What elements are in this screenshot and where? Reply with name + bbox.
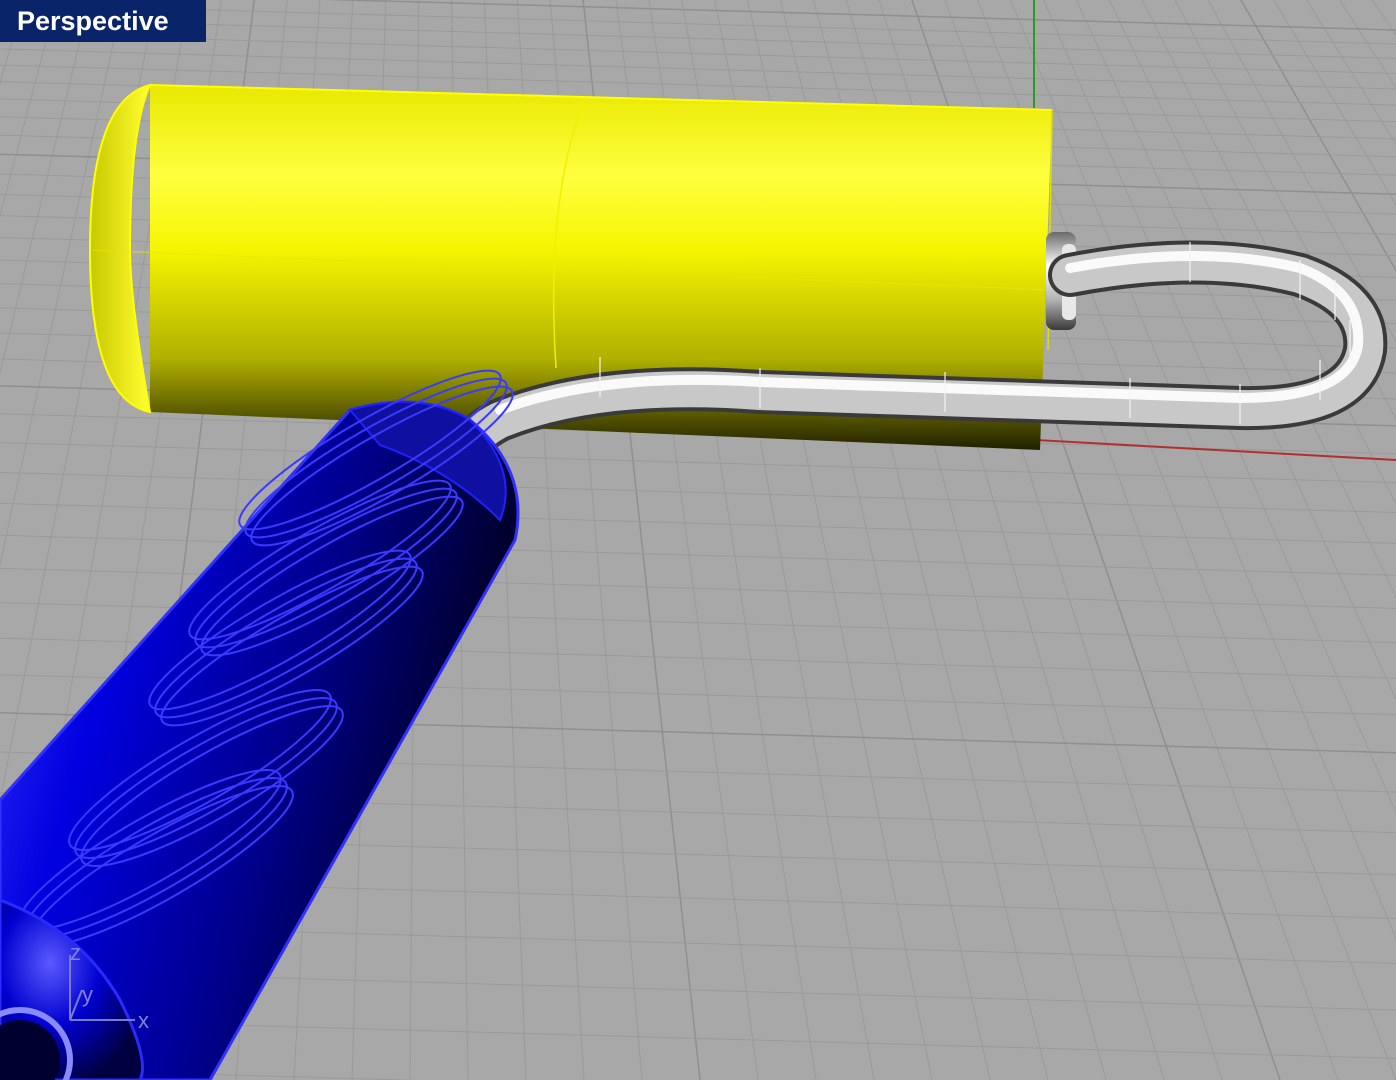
- viewport-title[interactable]: Perspective: [0, 0, 206, 42]
- handle-grip[interactable]: [0, 349, 527, 1080]
- axis-label-x: x: [138, 1008, 149, 1033]
- viewport-canvas[interactable]: x y z: [0, 0, 1396, 1080]
- grid-line: [0, 471, 1396, 513]
- x-axis-line: [1035, 439, 1396, 461]
- axis-label-y: y: [82, 982, 93, 1007]
- grid-line: [0, 32, 1396, 74]
- axis-label-z: z: [70, 940, 81, 965]
- grid-line: [0, 502, 1396, 544]
- grid-line: [322, 0, 1396, 31]
- perspective-viewport[interactable]: x y z Perspective: [0, 0, 1396, 1080]
